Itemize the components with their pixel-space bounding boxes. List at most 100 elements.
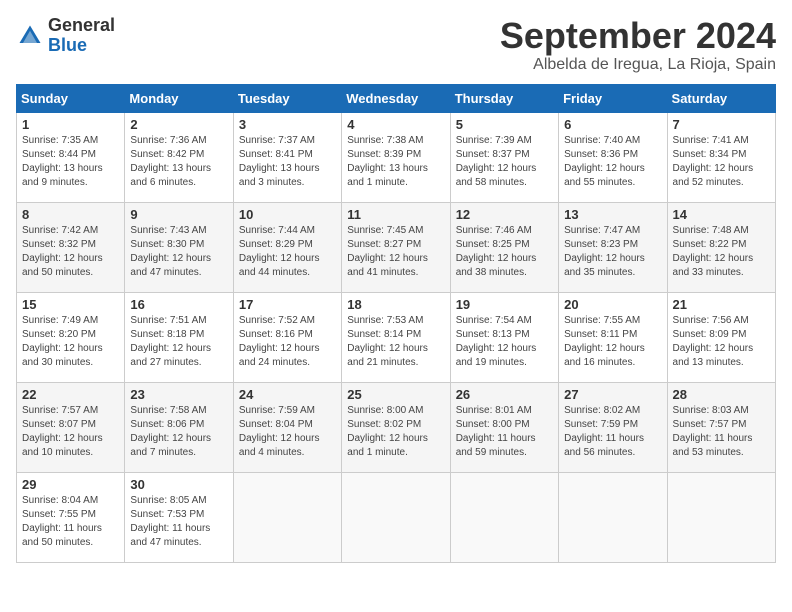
calendar-cell: 24Sunrise: 7:59 AM Sunset: 8:04 PM Dayli… — [233, 382, 341, 472]
calendar-cell: 11 Sunrise: 7:45 AM Sunset: 8:27 PM Dayli… — [342, 202, 450, 292]
day-number: 18 — [347, 297, 444, 312]
day-info: Sunrise: 8:00 AM Sunset: 8:02 PM Dayligh… — [347, 404, 444, 460]
day-number: 20 — [564, 297, 661, 312]
calendar-cell: 21 Sunrise: 7:56 AM Sunset: 8:09 PM Dayli… — [667, 292, 775, 382]
calendar-cell: 2 Sunrise: 7:36 AM Sunset: 8:42 PM Daylig… — [125, 112, 233, 202]
title-area: September 2024 Albelda de Iregua, La Rio… — [500, 16, 776, 74]
day-info: Sunrise: 7:35 AM Sunset: 8:44 PM Dayligh… — [22, 134, 119, 190]
day-info: Sunrise: 8:03 AM Sunset: 7:57 PM Dayligh… — [673, 404, 770, 460]
calendar-cell: 6 Sunrise: 7:40 AM Sunset: 8:36 PM Daylig… — [559, 112, 667, 202]
logo-general: General — [48, 15, 115, 35]
day-number: 16 — [130, 297, 227, 312]
day-number: 11 — [347, 207, 444, 222]
calendar-cell: 5 Sunrise: 7:39 AM Sunset: 8:37 PM Daylig… — [450, 112, 558, 202]
logo-icon — [16, 22, 44, 50]
calendar-cell: 16 Sunrise: 7:51 AM Sunset: 8:18 PM Dayli… — [125, 292, 233, 382]
day-number: 26 — [456, 387, 553, 402]
header: General Blue September 2024 Albelda de I… — [16, 16, 776, 74]
day-info: Sunrise: 7:54 AM Sunset: 8:13 PM Dayligh… — [456, 314, 553, 370]
calendar-cell: 26 Sunrise: 8:01 AM Sunset: 8:00 PM Dayli… — [450, 382, 558, 472]
weekday-header-row: SundayMondayTuesdayWednesdayThursdayFrid… — [17, 84, 776, 112]
calendar-cell: 13 Sunrise: 7:47 AM Sunset: 8:23 PM Dayli… — [559, 202, 667, 292]
day-number: 28 — [673, 387, 770, 402]
day-number: 10 — [239, 207, 336, 222]
day-number: 17 — [239, 297, 336, 312]
day-info: Sunrise: 7:52 AM Sunset: 8:16 PM Dayligh… — [239, 314, 336, 370]
day-number: 14 — [673, 207, 770, 222]
week-row-4: 22 Sunrise: 7:57 AM Sunset: 8:07 PM Dayli… — [17, 382, 776, 472]
calendar-cell: 23Sunrise: 7:58 AM Sunset: 8:06 PM Dayli… — [125, 382, 233, 472]
day-info: Sunrise: 7:55 AM Sunset: 8:11 PM Dayligh… — [564, 314, 661, 370]
calendar-cell: 9 Sunrise: 7:43 AM Sunset: 8:30 PM Daylig… — [125, 202, 233, 292]
calendar-cell: 15Sunrise: 7:49 AM Sunset: 8:20 PM Dayli… — [17, 292, 125, 382]
day-info: Sunrise: 8:04 AM Sunset: 7:55 PM Dayligh… — [22, 494, 119, 550]
calendar-cell: 4 Sunrise: 7:38 AM Sunset: 8:39 PM Daylig… — [342, 112, 450, 202]
day-info: Sunrise: 7:40 AM Sunset: 8:36 PM Dayligh… — [564, 134, 661, 190]
day-number: 29 — [22, 477, 119, 492]
day-info: Sunrise: 7:48 AM Sunset: 8:22 PM Dayligh… — [673, 224, 770, 280]
day-number: 13 — [564, 207, 661, 222]
day-number: 8 — [22, 207, 119, 222]
day-info: Sunrise: 7:36 AM Sunset: 8:42 PM Dayligh… — [130, 134, 227, 190]
day-info: Sunrise: 7:43 AM Sunset: 8:30 PM Dayligh… — [130, 224, 227, 280]
day-number: 3 — [239, 117, 336, 132]
day-number: 27 — [564, 387, 661, 402]
weekday-header-sunday: Sunday — [17, 84, 125, 112]
day-number: 22 — [22, 387, 119, 402]
calendar-cell: 10Sunrise: 7:44 AM Sunset: 8:29 PM Dayli… — [233, 202, 341, 292]
calendar-cell: 29 Sunrise: 8:04 AM Sunset: 7:55 PM Dayli… — [17, 472, 125, 562]
day-number: 5 — [456, 117, 553, 132]
day-info: Sunrise: 8:01 AM Sunset: 8:00 PM Dayligh… — [456, 404, 553, 460]
calendar-cell — [667, 472, 775, 562]
day-number: 25 — [347, 387, 444, 402]
calendar-cell: 1 Sunrise: 7:35 AM Sunset: 8:44 PM Daylig… — [17, 112, 125, 202]
day-info: Sunrise: 8:05 AM Sunset: 7:53 PM Dayligh… — [130, 494, 227, 550]
calendar-cell: 22 Sunrise: 7:57 AM Sunset: 8:07 PM Dayli… — [17, 382, 125, 472]
week-row-1: 1 Sunrise: 7:35 AM Sunset: 8:44 PM Daylig… — [17, 112, 776, 202]
day-info: Sunrise: 7:45 AM Sunset: 8:27 PM Dayligh… — [347, 224, 444, 280]
day-info: Sunrise: 7:51 AM Sunset: 8:18 PM Dayligh… — [130, 314, 227, 370]
day-info: Sunrise: 7:47 AM Sunset: 8:23 PM Dayligh… — [564, 224, 661, 280]
day-info: Sunrise: 7:42 AM Sunset: 8:32 PM Dayligh… — [22, 224, 119, 280]
week-row-2: 8 Sunrise: 7:42 AM Sunset: 8:32 PM Daylig… — [17, 202, 776, 292]
calendar-cell — [559, 472, 667, 562]
calendar-cell: 17 Sunrise: 7:52 AM Sunset: 8:16 PM Dayli… — [233, 292, 341, 382]
calendar-cell: 19Sunrise: 7:54 AM Sunset: 8:13 PM Dayli… — [450, 292, 558, 382]
day-number: 23 — [130, 387, 227, 402]
weekday-header-monday: Monday — [125, 84, 233, 112]
calendar-cell: 7Sunrise: 7:41 AM Sunset: 8:34 PM Daylig… — [667, 112, 775, 202]
day-info: Sunrise: 7:53 AM Sunset: 8:14 PM Dayligh… — [347, 314, 444, 370]
day-info: Sunrise: 7:57 AM Sunset: 8:07 PM Dayligh… — [22, 404, 119, 460]
calendar-cell: 8 Sunrise: 7:42 AM Sunset: 8:32 PM Daylig… — [17, 202, 125, 292]
day-info: Sunrise: 7:38 AM Sunset: 8:39 PM Dayligh… — [347, 134, 444, 190]
day-number: 30 — [130, 477, 227, 492]
calendar-cell: 14 Sunrise: 7:48 AM Sunset: 8:22 PM Dayli… — [667, 202, 775, 292]
day-info: Sunrise: 7:56 AM Sunset: 8:09 PM Dayligh… — [673, 314, 770, 370]
weekday-header-tuesday: Tuesday — [233, 84, 341, 112]
day-number: 2 — [130, 117, 227, 132]
calendar-cell: 30 Sunrise: 8:05 AM Sunset: 7:53 PM Dayli… — [125, 472, 233, 562]
calendar-table: SundayMondayTuesdayWednesdayThursdayFrid… — [16, 84, 776, 563]
weekday-header-saturday: Saturday — [667, 84, 775, 112]
day-number: 1 — [22, 117, 119, 132]
week-row-3: 15Sunrise: 7:49 AM Sunset: 8:20 PM Dayli… — [17, 292, 776, 382]
weekday-header-friday: Friday — [559, 84, 667, 112]
day-info: Sunrise: 7:39 AM Sunset: 8:37 PM Dayligh… — [456, 134, 553, 190]
day-info: Sunrise: 7:37 AM Sunset: 8:41 PM Dayligh… — [239, 134, 336, 190]
day-number: 4 — [347, 117, 444, 132]
day-number: 15 — [22, 297, 119, 312]
calendar-cell: 18 Sunrise: 7:53 AM Sunset: 8:14 PM Dayli… — [342, 292, 450, 382]
month-title: September 2024 — [500, 16, 776, 56]
calendar-cell: 20 Sunrise: 7:55 AM Sunset: 8:11 PM Dayli… — [559, 292, 667, 382]
calendar-cell — [342, 472, 450, 562]
day-number: 21 — [673, 297, 770, 312]
calendar-cell: 3 Sunrise: 7:37 AM Sunset: 8:41 PM Daylig… — [233, 112, 341, 202]
day-number: 7 — [673, 117, 770, 132]
day-info: Sunrise: 7:46 AM Sunset: 8:25 PM Dayligh… — [456, 224, 553, 280]
week-row-5: 29 Sunrise: 8:04 AM Sunset: 7:55 PM Dayli… — [17, 472, 776, 562]
day-number: 6 — [564, 117, 661, 132]
weekday-header-wednesday: Wednesday — [342, 84, 450, 112]
day-number: 9 — [130, 207, 227, 222]
calendar-cell: 28 Sunrise: 8:03 AM Sunset: 7:57 PM Dayli… — [667, 382, 775, 472]
day-number: 24 — [239, 387, 336, 402]
